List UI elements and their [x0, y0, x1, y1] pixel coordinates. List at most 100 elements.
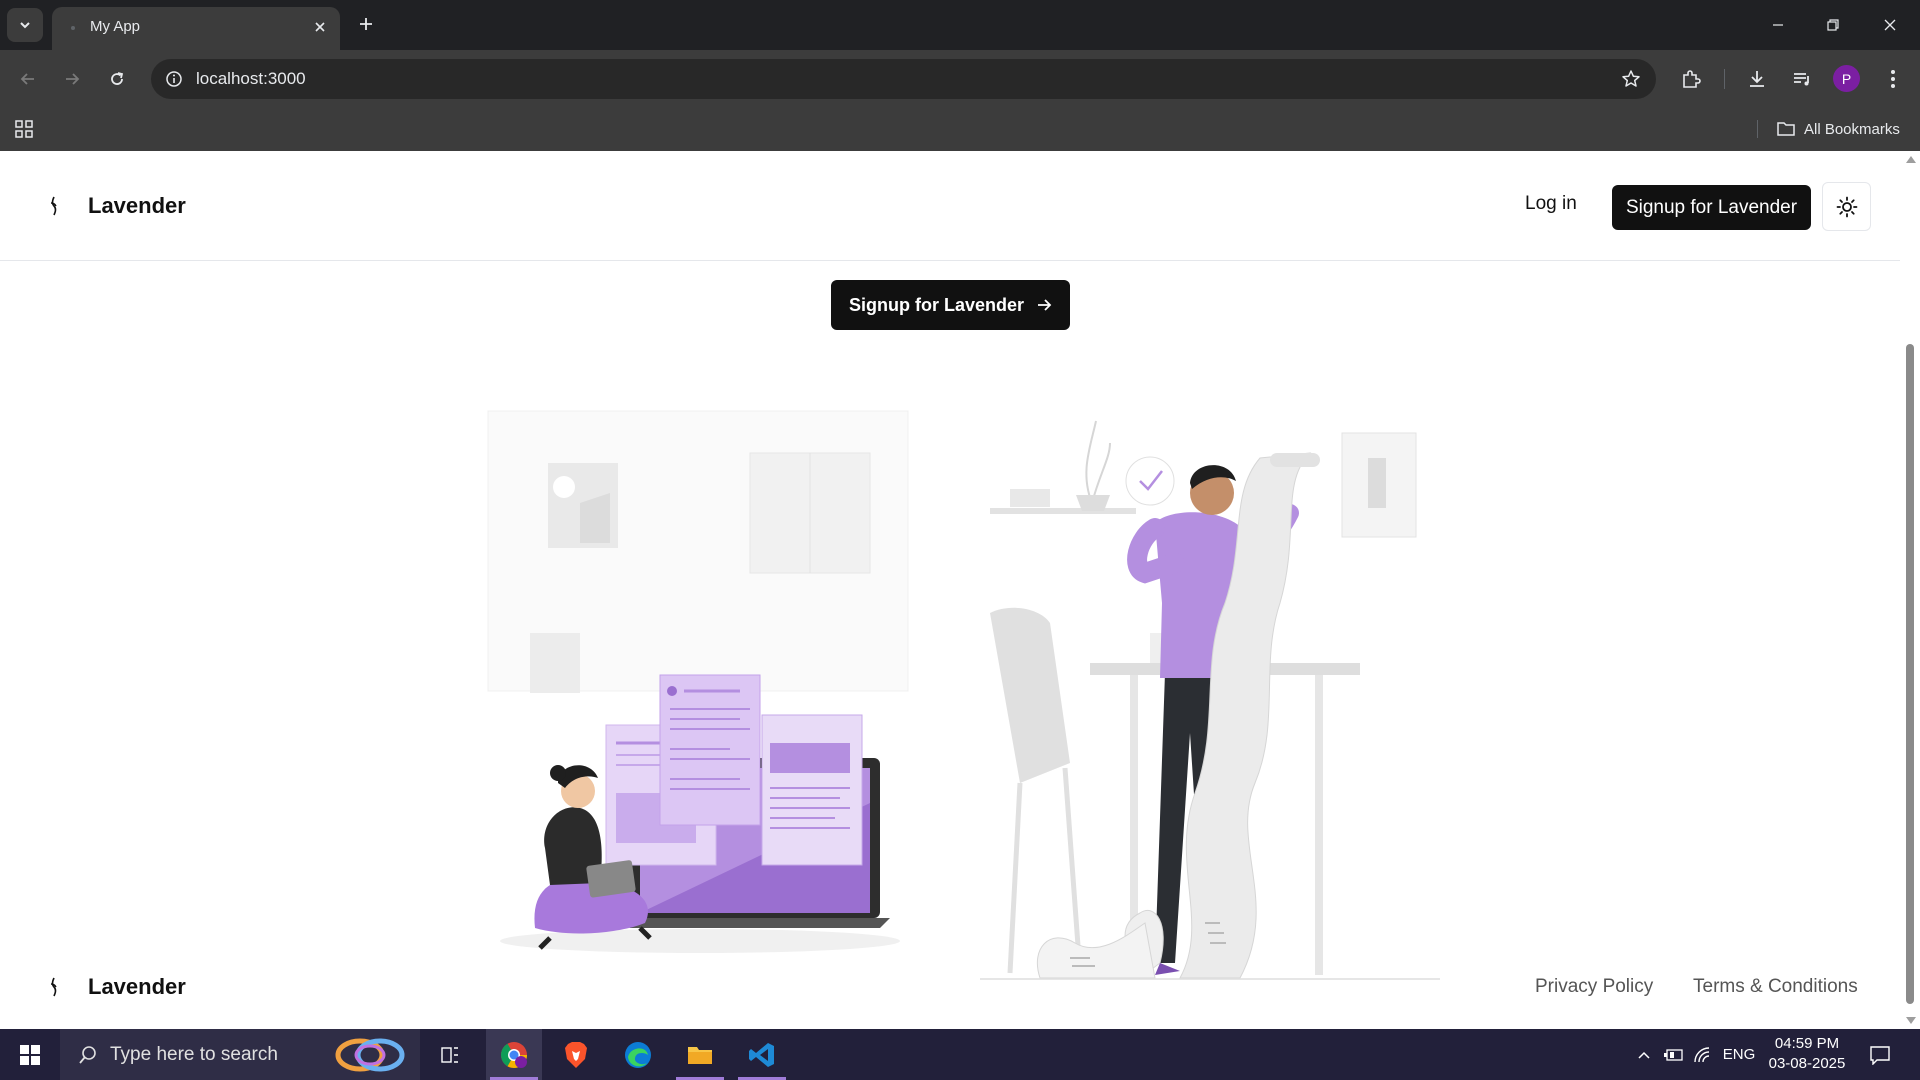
edge-icon: [625, 1041, 651, 1068]
show-hidden-icons-button[interactable]: [1632, 1029, 1656, 1080]
bookmark-star-button[interactable]: [1620, 68, 1642, 90]
arrow-right-icon: [1038, 299, 1052, 311]
scrollbar-thumb[interactable]: [1906, 344, 1914, 1004]
notifications-button[interactable]: [1862, 1029, 1898, 1080]
chevron-up-icon: [1638, 1051, 1650, 1059]
address-bar[interactable]: localhost:3000: [151, 59, 1656, 99]
login-link[interactable]: Log in: [1525, 193, 1577, 215]
footer-brand-link[interactable]: Lavender: [40, 973, 186, 1001]
clock-date: 03-08-2025: [1768, 1055, 1846, 1072]
input-language-indicator[interactable]: ENG: [1720, 1029, 1758, 1080]
lavender-logo-icon: [40, 192, 68, 220]
scroll-down-arrow[interactable]: [1906, 1017, 1916, 1024]
new-tab-button[interactable]: [354, 12, 378, 36]
windows-taskbar: Type here to search ENG 04:59 PM 03-08-2…: [0, 1029, 1920, 1080]
vscode-icon: [749, 1042, 774, 1067]
brand-home-link[interactable]: Lavender: [40, 192, 186, 220]
brave-icon: [565, 1041, 587, 1068]
more-vertical-icon: [1891, 70, 1895, 88]
url-text[interactable]: localhost:3000: [196, 69, 306, 89]
task-view-icon: [441, 1046, 458, 1063]
battery-icon: [1664, 1048, 1683, 1061]
apps-button[interactable]: [12, 117, 36, 141]
site-footer: Lavender Privacy Policy Terms & Conditio…: [0, 941, 1900, 1029]
search-highlight-icon: [335, 1038, 405, 1072]
bookmarks-divider: [1757, 120, 1758, 138]
theme-toggle-button[interactable]: [1822, 182, 1871, 231]
taskbar-brave[interactable]: [548, 1029, 604, 1080]
star-icon: [1622, 70, 1640, 87]
search-icon: [76, 1043, 100, 1067]
taskbar-edge[interactable]: [610, 1029, 666, 1080]
reload-button[interactable]: [102, 64, 132, 94]
plus-icon: [360, 18, 372, 30]
wifi-icon: [1694, 1046, 1710, 1062]
browser-tab-bar: My App: [0, 0, 1920, 50]
hero-signup-button[interactable]: Signup for Lavender: [831, 280, 1070, 330]
restore-button[interactable]: [1815, 10, 1851, 40]
page-viewport: Lavender Log in Signup for Lavender Sign…: [0, 151, 1900, 1029]
taskbar-search-placeholder: Type here to search: [110, 1044, 278, 1065]
close-window-button[interactable]: [1872, 10, 1908, 40]
info-icon: [166, 71, 182, 87]
grid-icon: [15, 120, 33, 138]
taskbar-chrome[interactable]: [486, 1029, 542, 1080]
puzzle-icon: [1683, 70, 1701, 88]
browser-menu-button[interactable]: [1878, 64, 1908, 94]
header-signup-button[interactable]: Signup for Lavender: [1612, 185, 1811, 230]
start-button[interactable]: [0, 1029, 60, 1080]
browser-toolbar: localhost:3000 P: [0, 50, 1920, 107]
minimize-icon: [1773, 24, 1783, 26]
downloads-button[interactable]: [1742, 64, 1772, 94]
taskbar-vscode[interactable]: [734, 1029, 790, 1080]
windows-logo-icon: [20, 1044, 40, 1065]
brand-name: Lavender: [88, 193, 186, 218]
all-bookmarks-button[interactable]: All Bookmarks: [1776, 117, 1900, 141]
hero-signup-label: Signup for Lavender: [848, 294, 1025, 315]
lavender-logo-icon: [40, 973, 68, 1001]
folder-icon: [688, 1046, 712, 1064]
tab-title: My App: [90, 18, 141, 35]
restore-icon: [1827, 19, 1839, 31]
battery-button[interactable]: [1660, 1029, 1686, 1080]
minimize-button[interactable]: [1760, 10, 1796, 40]
task-view-button[interactable]: [422, 1029, 478, 1080]
all-bookmarks-label: All Bookmarks: [1804, 120, 1900, 138]
sun-icon: [1836, 196, 1857, 217]
media-playlist-icon: [1794, 73, 1809, 86]
clock-time: 04:59 PM: [1774, 1035, 1840, 1052]
notification-icon: [1870, 1045, 1890, 1065]
close-icon: [315, 22, 325, 32]
scroll-up-arrow[interactable]: [1906, 156, 1916, 163]
taskbar-file-explorer[interactable]: [672, 1029, 728, 1080]
folder-icon: [1777, 122, 1795, 136]
site-info-button[interactable]: [163, 68, 185, 90]
back-button[interactable]: [13, 64, 43, 94]
close-icon: [1884, 19, 1896, 31]
privacy-policy-link[interactable]: Privacy Policy: [1535, 976, 1653, 998]
taskbar-clock[interactable]: 04:59 PM 03-08-2025: [1762, 1034, 1852, 1074]
chrome-icon: [500, 1041, 528, 1068]
tab-favicon-icon: [71, 26, 75, 30]
illustration-man-list: [980, 420, 1440, 980]
extensions-button[interactable]: [1676, 64, 1706, 94]
toolbar-divider: [1724, 69, 1725, 89]
footer-brand-name: Lavender: [88, 974, 186, 999]
profile-avatar[interactable]: P: [1833, 65, 1860, 92]
tab-close-button[interactable]: [310, 17, 330, 37]
browser-tab-active[interactable]: My App: [52, 7, 340, 50]
arrow-left-icon: [20, 73, 34, 85]
bookmarks-bar: All Bookmarks: [0, 107, 1920, 151]
terms-conditions-link[interactable]: Terms & Conditions: [1693, 976, 1858, 998]
page-scrollbar[interactable]: [1900, 151, 1920, 1029]
site-header: Lavender Log in Signup for Lavender: [0, 151, 1900, 261]
media-controls-button[interactable]: [1787, 64, 1817, 94]
arrow-right-icon: [66, 73, 80, 85]
forward-button[interactable]: [57, 64, 87, 94]
download-icon: [1750, 71, 1764, 87]
reload-icon: [111, 72, 124, 85]
network-button[interactable]: [1690, 1029, 1716, 1080]
taskbar-search-box[interactable]: Type here to search: [60, 1029, 420, 1080]
chevron-down-icon: [20, 22, 30, 29]
tab-search-button[interactable]: [7, 8, 43, 42]
